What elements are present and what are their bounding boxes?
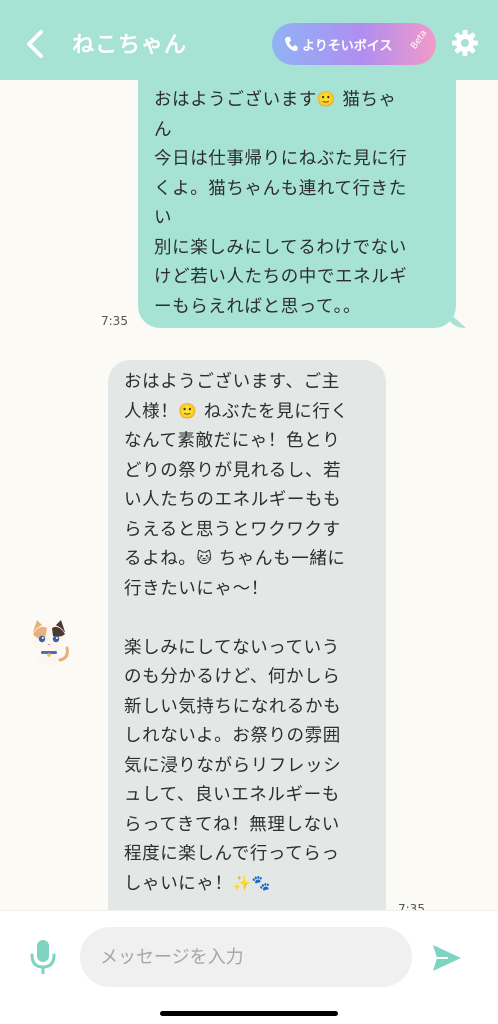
message-line: ん [154, 119, 173, 140]
message-line: い [154, 208, 173, 228]
cat-face-emoji-icon: 🐱 [196, 549, 213, 567]
message-line: 人様！🙂 ねぶたを見に行く [124, 401, 349, 422]
message-line: けど若い人たちの中でエネルギ [154, 267, 408, 287]
message-line: しゃいにゃ！✨🐾 [124, 873, 272, 894]
sparkles-emoji-icon: ✨ [232, 873, 252, 892]
message-line: い人たちのエネルギーもも [124, 490, 342, 510]
message-line: しれないよ。お祭りの雰囲 [124, 726, 341, 746]
message-line: 今日は仕事帰りにねぶた見に行 [154, 149, 408, 169]
smile-emoji-icon: 🙂 [178, 401, 198, 420]
message-composer [0, 910, 498, 1024]
app-header: ねこちゃん よりそいボイス Beta [0, 0, 498, 80]
message-line: くよ。猫ちゃんも連れて行きた [154, 178, 407, 199]
message-line: どりの祭りが見れるし、若 [124, 460, 342, 481]
message-line: ーもらえればと思って。。 [154, 296, 362, 317]
voice-button-label: よりそいボイス [302, 38, 393, 54]
message-line: らってきてね！無理しない [124, 814, 340, 835]
message-line: 程度に楽しんで行ってらっ [124, 844, 340, 864]
message-line: らえると思うとワクワクす [124, 519, 341, 540]
message-line: なんて素敵だにゃ！色とり [124, 431, 341, 451]
message-line: るよね。🐱 ちゃんも一緒に [124, 549, 346, 569]
message-line: 行きたいにゃ〜！ [124, 578, 269, 599]
smile-emoji-icon: 🙂 [316, 90, 337, 108]
paw-prints-emoji-icon: 🐾 [251, 873, 272, 892]
voice-button[interactable]: よりそいボイス Beta [272, 23, 436, 65]
calico-cat-avatar[interactable] [25, 618, 73, 666]
back-icon[interactable] [22, 28, 50, 60]
bot-message-bubble: おはようございます、ご主 人様！🙂 ねぶたを見に行く なんて素敵だにゃ！色とり … [108, 360, 386, 920]
message-line: のも分かるけど、何かしら [124, 667, 341, 687]
send-icon[interactable] [432, 944, 462, 972]
mic-icon[interactable] [29, 938, 57, 976]
message-line: 気に浸りながらリフレッシ [124, 755, 342, 776]
chat-title: ねこちゃん [72, 33, 188, 58]
phone-icon [285, 37, 298, 52]
message-line: 新しい気持ちになれるかも [124, 696, 342, 717]
message-line: ュして、良いエネルギーも [124, 785, 340, 805]
message-line: 楽しみにしてないっていう [124, 637, 340, 658]
message-input[interactable] [80, 927, 412, 987]
message-line: 別に楽しみにしてるわけでない [154, 237, 407, 258]
user-message-bubble: おはようございます🙂 猫ちゃ ん 今日は仕事帰りにねぶた見に行 くよ。猫ちゃんも… [138, 78, 456, 328]
home-indicator[interactable] [160, 1011, 338, 1016]
message-line: おはようございます🙂 猫ちゃ [154, 90, 397, 110]
user-message-time: 7:35 [101, 314, 128, 328]
gear-icon[interactable] [451, 29, 479, 57]
beta-badge: Beta [409, 28, 430, 52]
message-line: おはようございます、ご主 [124, 372, 340, 392]
